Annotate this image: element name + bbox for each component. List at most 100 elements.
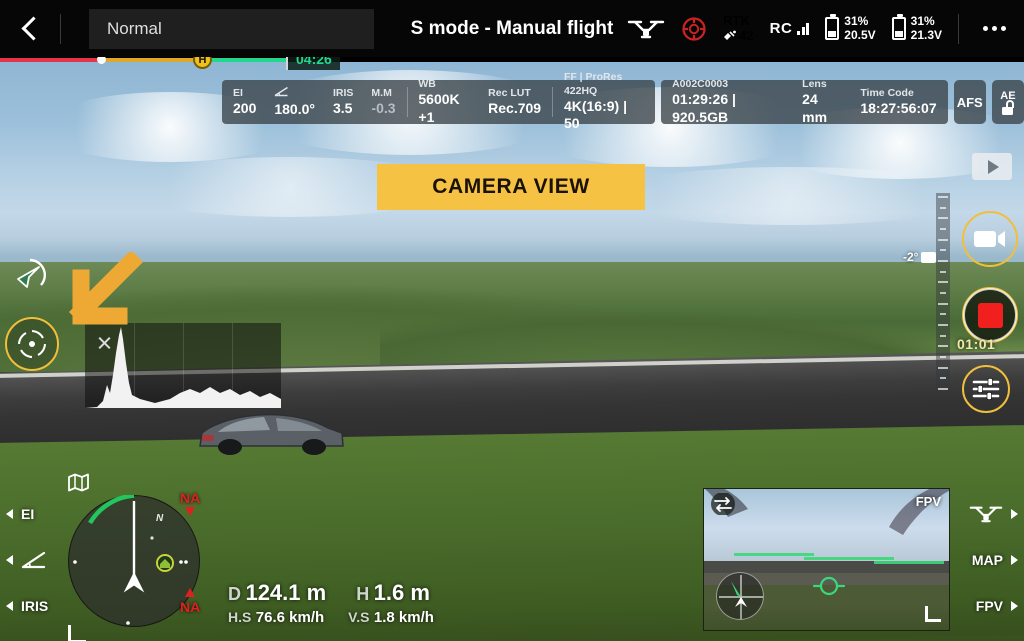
lens-cell[interactable]: Lens 24 mm <box>793 78 851 125</box>
format-value: 4K(16:9) | 50 <box>563 97 627 132</box>
battery-2[interactable]: 31% 21.3V <box>891 14 942 42</box>
record-button[interactable] <box>962 287 1018 343</box>
drone-icon <box>969 506 1003 523</box>
divider <box>552 87 553 117</box>
clip-cell[interactable]: A002C0003 01:29:26 | 920.5GB <box>663 78 793 125</box>
sliders-icon <box>972 378 1000 400</box>
rc-signal[interactable]: RC <box>770 20 810 37</box>
exposure-group[interactable]: EI 200 180.0° IRIS 3.5 M.M -0.3 WB 5600K… <box>222 71 656 131</box>
rtk-status[interactable]: RTK 42 <box>723 13 754 44</box>
mm-cell[interactable]: M.M -0.3 <box>362 84 404 120</box>
timecode-value: 18:27:56:07 <box>860 99 937 116</box>
arrow-up-icon <box>185 588 196 597</box>
gimbal-pitch-readout: -2° <box>903 250 937 264</box>
signal-bars-icon <box>797 22 810 35</box>
camera-mode-button[interactable] <box>962 211 1018 267</box>
battery-1[interactable]: 31% 20.5V <box>825 14 876 42</box>
timecode-cell[interactable]: Time Code 18:27:56:07 <box>851 84 945 120</box>
slider-knob-icon[interactable] <box>921 251 937 263</box>
crosshair-icon <box>812 576 846 596</box>
divider <box>60 13 61 44</box>
obstacle-rear-label: NA <box>180 599 201 615</box>
triangle-right-icon <box>1011 601 1018 611</box>
left-menu-label-ei: EI <box>21 506 35 522</box>
distance-key: D <box>228 584 241 604</box>
right-menu-item-map[interactable]: MAP <box>969 537 1018 583</box>
left-menu-item-ei[interactable]: EI <box>6 491 48 537</box>
right-menu-item-fpv[interactable]: FPV <box>969 583 1018 629</box>
afs-button[interactable]: AFS <box>953 80 986 124</box>
battery-1-percent: 31% <box>844 14 869 29</box>
shutter-cell[interactable]: 180.0° <box>265 84 324 120</box>
attitude-indicator[interactable]: N NA NA <box>68 473 208 641</box>
left-quick-menu: EI IRIS <box>6 491 48 629</box>
clip-group[interactable]: A002C0003 01:29:26 | 920.5GB Lens 24 mm … <box>661 78 948 125</box>
status-indicators: RTK 42 RC 31% 20.5V 31% 21.3V <box>627 0 1014 57</box>
top-status-bar: Normal S mode - Manual flight RTK 42 RC … <box>0 0 1024 57</box>
battery-icon <box>891 14 906 40</box>
drone-icon[interactable] <box>627 17 665 41</box>
swap-view-icon[interactable] <box>710 493 736 515</box>
flight-mode-label: Normal <box>107 18 162 38</box>
arrow-down-icon <box>185 507 196 516</box>
fpv-compass <box>716 572 764 620</box>
fpv-horizon-line <box>874 561 944 564</box>
ae-lock-button[interactable]: AE <box>991 80 1024 124</box>
vspeed-value: 1.8 km/h <box>373 609 434 626</box>
format-cell[interactable]: FF | ProRes 422HQ 4K(16:9) | 50 <box>555 71 653 131</box>
clip-duration-storage: 01:29:26 | 920.5GB <box>672 91 736 125</box>
mm-key: M.M <box>371 86 392 99</box>
flight-mode-selector[interactable]: Normal <box>89 8 374 49</box>
svg-text:N: N <box>156 513 164 524</box>
playback-button[interactable] <box>972 153 1012 180</box>
gimbal-pitch-slider[interactable] <box>936 193 950 393</box>
focus-point-button[interactable] <box>5 317 59 371</box>
hillside <box>380 257 1024 367</box>
reclut-value: Rec.709 <box>488 99 542 116</box>
left-menu-item-shutter[interactable] <box>6 537 48 583</box>
corner-bracket-icon <box>68 625 86 641</box>
iris-value: 3.5 <box>333 99 353 116</box>
battery-icon <box>825 14 840 40</box>
camera-view-banner: CAMERA VIEW <box>377 164 645 210</box>
flight-time-bar[interactable]: H 04:26 <box>0 48 1024 70</box>
satellite-count: 42 <box>723 27 754 44</box>
map-icon[interactable] <box>68 473 90 493</box>
clip-name: A002C0003 <box>672 77 729 90</box>
fpv-horizon-line <box>804 557 894 560</box>
divider <box>406 87 408 117</box>
gimbal-pitch-value: -2° <box>903 250 919 264</box>
satellite-count-value: 42 <box>739 27 754 43</box>
drone-controller-screen: Normal S mode - Manual flight RTK 42 RC … <box>0 0 1024 641</box>
divider <box>958 13 959 44</box>
ei-cell[interactable]: EI 200 <box>224 84 265 120</box>
camera-settings-button[interactable] <box>962 365 1010 413</box>
battery-2-percent: 31% <box>910 14 935 29</box>
iris-key: IRIS <box>333 86 354 99</box>
wb-cell[interactable]: WB 5600K +1 <box>409 78 479 125</box>
back-button[interactable] <box>0 0 60 57</box>
left-menu-item-iris[interactable]: IRIS <box>6 583 48 629</box>
battery-1-voltage: 20.5V <box>844 27 876 42</box>
satellite-icon <box>724 30 737 40</box>
shutter-angle-icon <box>274 86 315 101</box>
obstacle-front-label: NA <box>180 490 201 506</box>
ei-key: EI <box>233 86 243 99</box>
obstacle-sensing-icon[interactable] <box>681 16 707 42</box>
video-camera-icon <box>974 231 1005 247</box>
more-dots-icon[interactable] <box>975 26 1014 31</box>
triangle-right-icon <box>1011 555 1018 565</box>
navigation-arrow-icon[interactable] <box>12 257 48 293</box>
triangle-left-icon <box>6 555 13 565</box>
compass-icon <box>719 575 763 619</box>
wb-value: 5600K +1 <box>418 91 460 125</box>
corner-bracket-icon <box>925 606 941 622</box>
fpv-preview-window[interactable]: FPV <box>703 488 950 631</box>
iris-cell[interactable]: IRIS 3.5 <box>324 84 362 120</box>
right-menu-item-aircraft[interactable] <box>969 491 1018 537</box>
flight-bar-warning <box>100 58 202 62</box>
fpv-horizon-line <box>734 553 814 556</box>
flight-bar-safe <box>202 58 286 62</box>
reclut-cell[interactable]: Rec LUT Rec.709 <box>479 84 550 120</box>
shutter-value: 180.0° <box>274 100 315 117</box>
